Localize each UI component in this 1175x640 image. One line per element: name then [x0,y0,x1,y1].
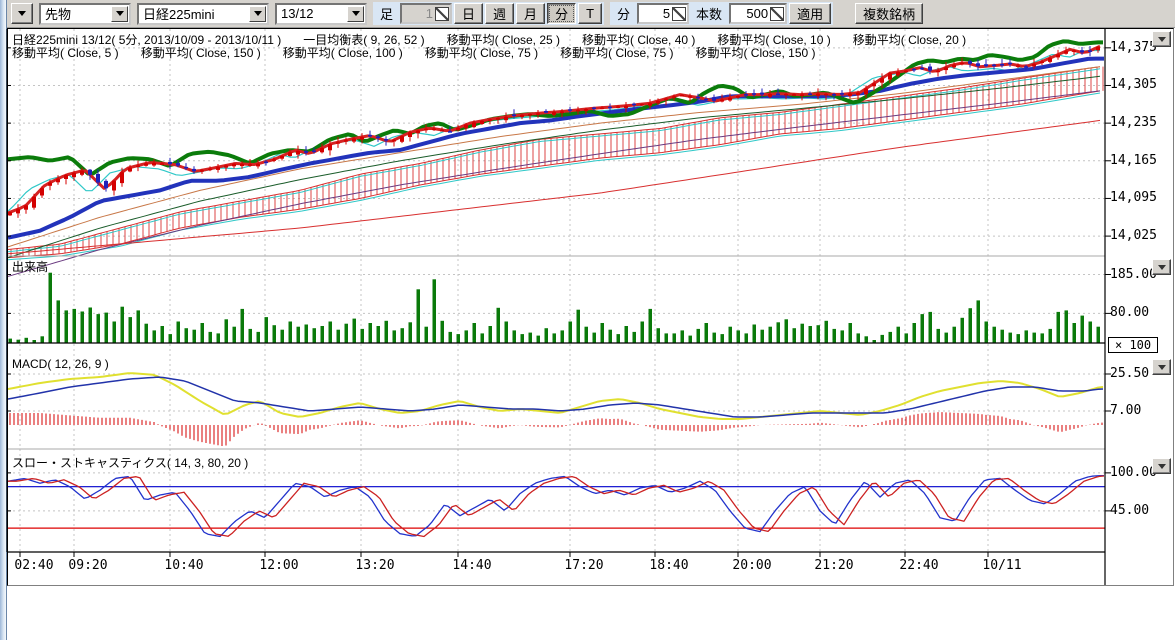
instrument-type-value: 先物 [41,4,111,23]
multi-symbol-button[interactable]: 複数銘柄 [855,3,923,24]
spinner-icon[interactable] [435,7,449,21]
instrument-type-select[interactable]: 先物 [39,3,131,25]
trading-chart-window: 先物 日経225mini 13/12 足 1 日 週 月 分 T 分 5 [0,0,1175,640]
period-month-button[interactable]: 月 [516,3,545,24]
bar-count-label: 本数 [691,3,727,24]
period-week-button[interactable]: 週 [485,3,514,24]
minute-bars-group: 分 5 本数 500 適用 [610,2,833,25]
down-arrow-icon [1158,265,1166,270]
contract-month-value: 13/12 [277,6,347,21]
chart-widget [7,28,1174,586]
down-arrow-icon [254,11,262,16]
chevron-down-icon[interactable] [347,6,364,22]
symbol-select[interactable]: 日経225mini [137,3,269,25]
minute-value: 5 [639,6,672,21]
spinner-icon[interactable] [672,7,686,21]
spinner-icon[interactable] [770,7,784,21]
scroll-down-button-volume[interactable] [1152,259,1171,275]
down-arrow-icon [1158,464,1166,469]
minute-spinner[interactable]: 5 [637,3,689,24]
period-day-button[interactable]: 日 [454,3,483,24]
down-arrow-icon [1158,365,1166,370]
bar-count-spinner[interactable]: 500 [729,3,787,24]
window-edge [0,0,7,640]
symbol-value: 日経225mini [139,4,249,23]
panel-collapse-button[interactable] [11,3,33,24]
down-arrow-icon [116,11,124,16]
bar-count-value: 500 [731,6,770,21]
chevron-down-icon[interactable] [111,6,128,22]
minute-label: 分 [612,3,635,24]
period-minute-button[interactable]: 分 [547,3,576,24]
scroll-down-button-macd[interactable] [1152,359,1171,375]
chart-toolbar: 先物 日経225mini 13/12 足 1 日 週 月 分 T 分 5 [7,0,1175,28]
chevron-down-icon[interactable] [249,6,266,22]
timeframe-group: 足 1 日 週 月 分 T [373,2,604,25]
scroll-down-button-stoch[interactable] [1152,458,1171,474]
down-arrow-icon [352,11,360,16]
down-arrow-icon [18,11,26,16]
scroll-down-button-price[interactable] [1152,31,1171,47]
bar-interval-value: 1 [402,6,435,21]
bar-interval-spinner[interactable]: 1 [400,3,452,24]
down-arrow-icon [1158,37,1166,42]
period-tick-button[interactable]: T [578,3,602,24]
apply-button[interactable]: 適用 [789,3,831,24]
bar-type-label: 足 [375,3,398,24]
contract-month-select[interactable]: 13/12 [275,3,367,25]
